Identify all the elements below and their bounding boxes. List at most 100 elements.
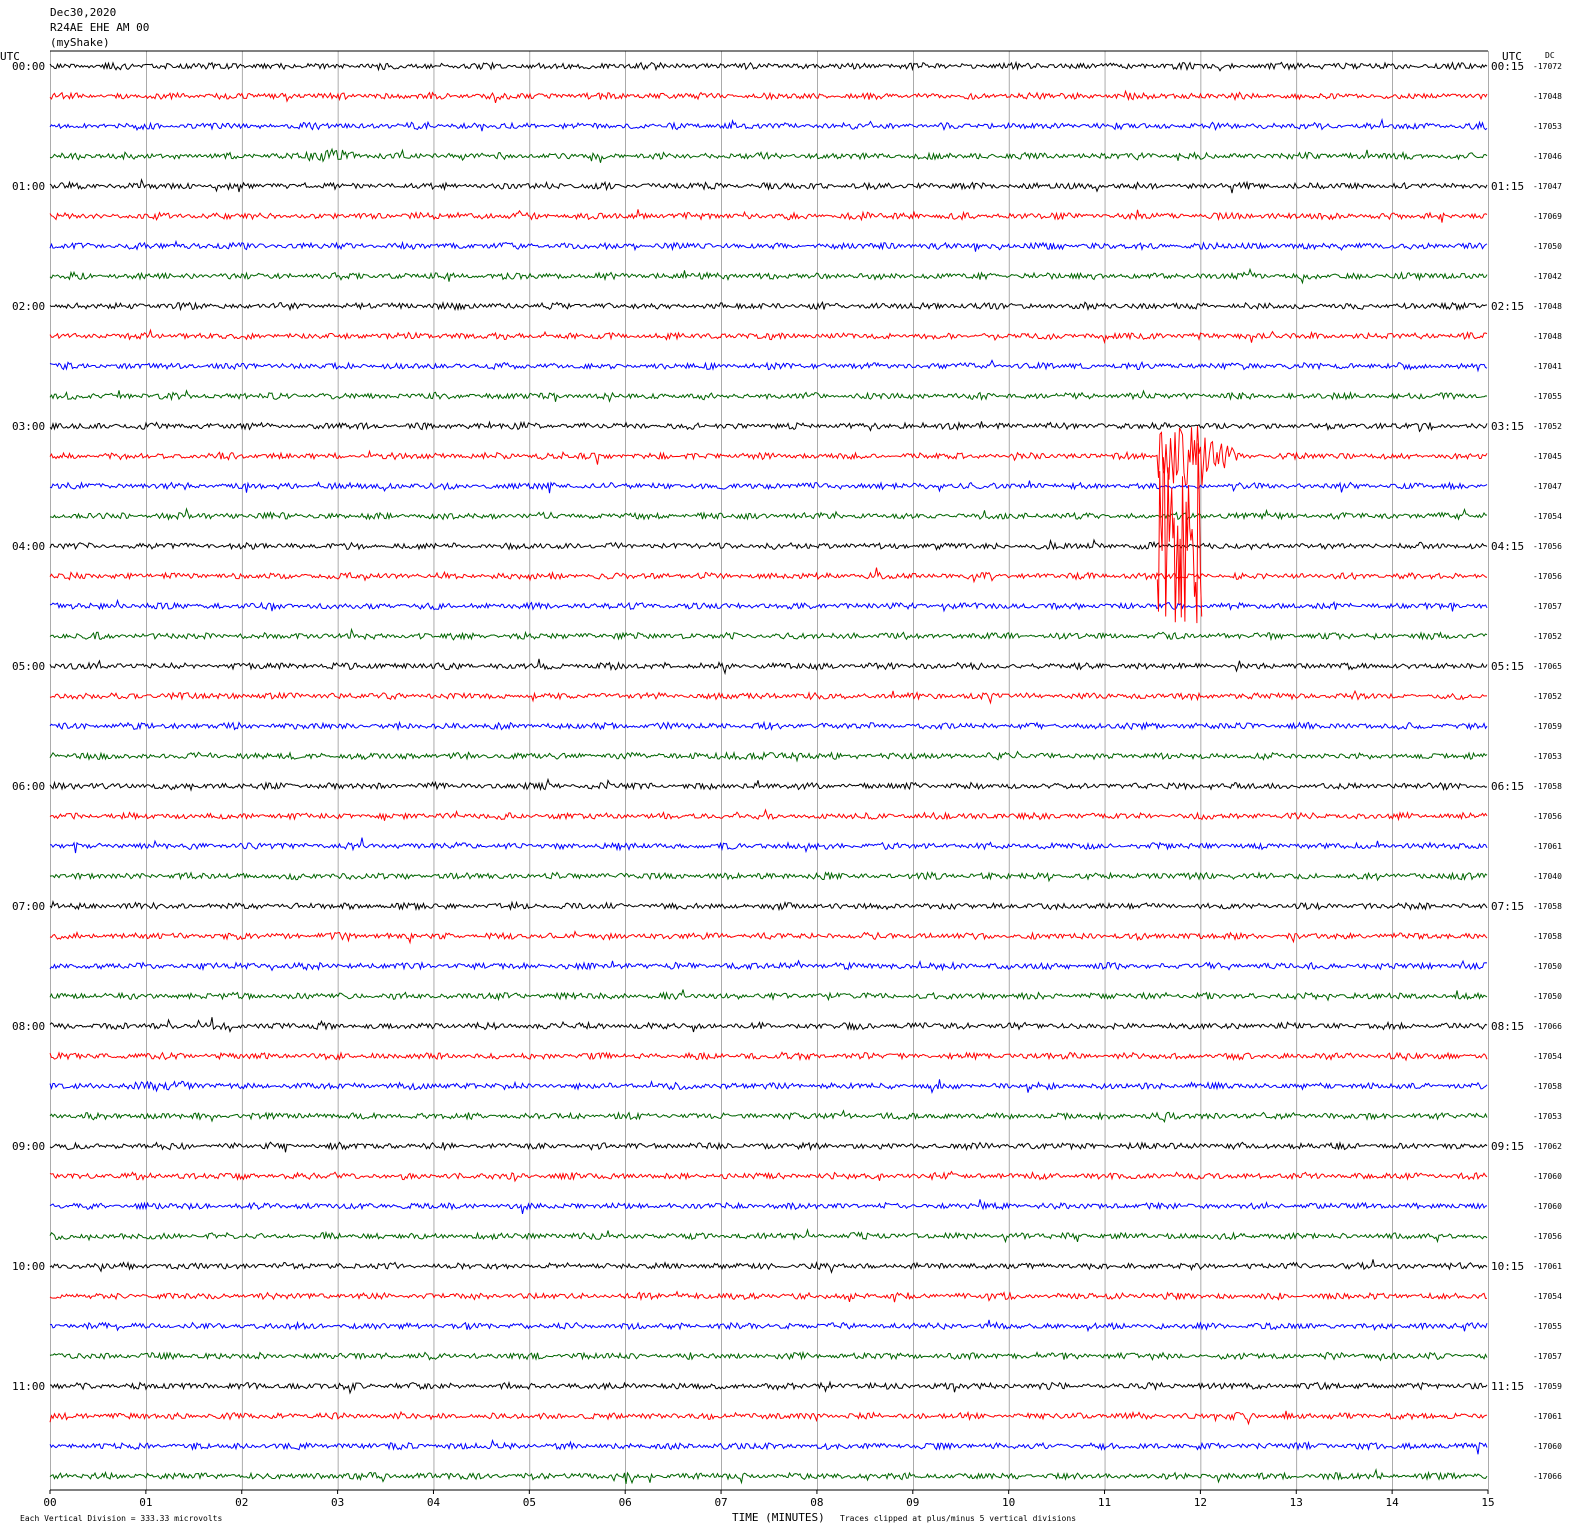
right-hour-label-10: 10:15 [1491,1260,1524,1273]
dc-label-33: -17054 [1533,1052,1562,1061]
dc-label-40: -17061 [1533,1262,1562,1271]
dc-label-46: -17060 [1533,1442,1562,1451]
x-tick-label-7: 07 [714,1496,727,1509]
trace-row-27 [49,871,1488,883]
minute-grid [50,50,1489,1491]
trace-row-13 [49,426,1488,486]
dc-label-24: -17058 [1533,782,1562,791]
x-tick-label-5: 05 [523,1496,536,1509]
x-tick-label-3: 03 [331,1496,344,1509]
trace-row-29 [49,930,1488,945]
dc-label-30: -17050 [1533,962,1562,971]
trace-row-16 [49,538,1488,551]
left-hour-label-5: 05:00 [12,660,45,673]
right-hour-label-1: 01:15 [1491,180,1524,193]
dc-label-38: -17060 [1533,1202,1562,1211]
x-tick-label-8: 08 [810,1496,823,1509]
dc-label-14: -17047 [1533,482,1562,491]
trace-row-41 [49,1290,1487,1303]
dc-label-13: -17045 [1533,452,1562,461]
left-hour-label-7: 07:00 [12,900,45,913]
right-hour-label-2: 02:15 [1491,300,1524,313]
dc-label-12: -17052 [1533,422,1562,431]
trace-row-1 [49,89,1488,104]
trace-row-10 [49,359,1488,373]
right-hour-label-3: 03:15 [1491,420,1524,433]
trace-row-36 [49,1141,1488,1153]
left-hour-label-11: 11:00 [12,1380,45,1393]
x-tick-label-11: 11 [1098,1496,1111,1509]
trace-row-6 [49,239,1488,252]
dc-label-35: -17053 [1533,1112,1562,1121]
dc-label-20: -17065 [1533,662,1562,671]
trace-row-24 [49,777,1488,792]
footer-clip-note: Traces clipped at plus/minus 5 vertical … [840,1514,1076,1523]
trace-row-32 [49,1017,1488,1033]
trace-row-25 [49,808,1488,822]
left-hour-label-9: 09:00 [12,1140,45,1153]
dc-label-22: -17059 [1533,722,1562,731]
dc-label-15: -17054 [1533,512,1562,521]
dc-label-9: -17048 [1533,332,1562,341]
trace-row-43 [49,1350,1488,1362]
x-tick-label-15: 15 [1481,1496,1494,1509]
trace-row-45 [49,1410,1488,1426]
trace-row-39 [49,1227,1488,1244]
dc-offset-labels: -17072 -17048 -17053 -17046 -17047 -17069 -170… [1533,62,1562,1481]
footer-left-note: Each Vertical Division = 333.33 microvol… [20,1514,222,1523]
x-tick-label-10: 10 [1002,1496,1015,1509]
trace-row-8 [49,300,1488,312]
right-hour-label-7: 07:15 [1491,900,1524,913]
trace-row-30 [49,959,1488,972]
trace-row-42 [49,1319,1488,1333]
dc-label-8: -17048 [1533,302,1562,311]
trace-row-28 [49,900,1488,912]
dc-label-41: -17054 [1533,1292,1562,1301]
trace-row-11 [49,389,1488,403]
right-hour-label-6: 06:15 [1491,780,1524,793]
trace-row-37 [49,1170,1488,1183]
left-hour-label-1: 01:00 [12,180,45,193]
dc-label-27: -17040 [1533,872,1562,881]
trace-row-40 [49,1259,1488,1274]
dc-label-10: -17041 [1533,362,1562,371]
x-tick-label-12: 12 [1194,1496,1207,1509]
dc-label-0: -17072 [1533,62,1562,71]
x-tick-label-4: 04 [427,1496,441,1509]
dc-label-7: -17042 [1533,272,1562,281]
left-hour-label-2: 02:00 [12,300,45,313]
dc-label-26: -17061 [1533,842,1562,851]
trace-row-2 [49,117,1488,132]
trace-row-4 [49,178,1488,194]
x-tick-label-6: 06 [619,1496,632,1509]
left-hour-label-4: 04:00 [12,540,45,553]
left-hour-label-10: 10:00 [12,1260,45,1273]
trace-group [49,60,1488,1485]
header-network: (myShake) [50,36,110,49]
dc-label-6: -17050 [1533,242,1562,251]
x-tick-label-2: 02 [235,1496,248,1509]
dc-label-39: -17056 [1533,1232,1562,1241]
trace-row-35 [49,1109,1488,1123]
dc-label-47: -17066 [1533,1472,1562,1481]
trace-row-44 [49,1380,1488,1395]
trace-row-20 [49,658,1488,676]
dc-label-2: -17053 [1533,122,1562,131]
x-tick-label-1: 01 [139,1496,152,1509]
trace-row-22 [49,720,1488,732]
trace-row-18 [49,598,1488,613]
dc-label-1: -17048 [1533,92,1562,101]
dc-title: DC [1545,51,1555,60]
trace-row-15 [49,507,1488,521]
trace-row-46 [49,1438,1488,1455]
trace-row-23 [49,750,1488,763]
dc-label-11: -17055 [1533,392,1562,401]
helicorder-chart: Dec30,2020 R24AE EHE AM 00 (myShake) UTC… [0,6,1562,1524]
dc-label-44: -17059 [1533,1382,1562,1391]
right-hour-label-4: 04:15 [1491,540,1524,553]
dc-label-29: -17058 [1533,932,1562,941]
dc-label-21: -17052 [1533,692,1562,701]
dc-label-43: -17057 [1533,1352,1562,1361]
left-hour-label-6: 06:00 [12,780,45,793]
x-axis-ticks: 00 01 02 03 04 05 06 07 08 09 10 11 12 13 14 15 [43,1490,1495,1509]
